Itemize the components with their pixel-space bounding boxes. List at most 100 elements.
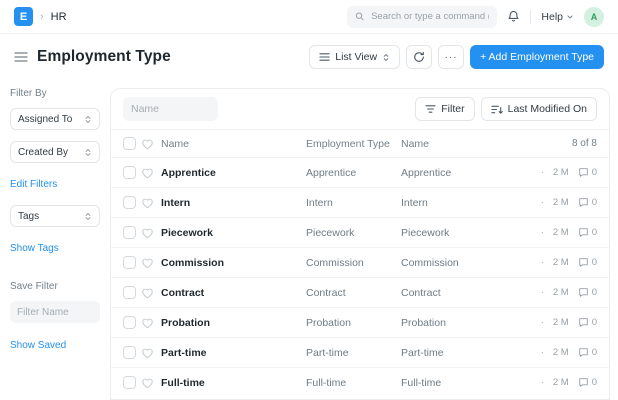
search-input[interactable] [371, 11, 489, 22]
comment-count-value: 0 [592, 257, 597, 268]
heart-icon[interactable] [141, 287, 157, 299]
breadcrumb[interactable]: HR [51, 11, 67, 23]
heart-icon[interactable] [141, 317, 157, 329]
heart-icon[interactable] [141, 347, 157, 359]
heart-icon[interactable] [141, 377, 157, 389]
edit-filters-link[interactable]: Edit Filters [10, 179, 57, 190]
comment-count-value: 0 [592, 197, 597, 208]
chevron-up-down-icon [84, 148, 92, 157]
avatar[interactable]: A [584, 7, 604, 27]
row-checkbox[interactable] [123, 166, 136, 179]
search-icon [355, 11, 365, 22]
chevron-up-down-icon [84, 212, 92, 221]
row-name2: Part-time [401, 347, 501, 359]
comment-icon [578, 257, 589, 268]
ellipsis-icon: ··· [445, 52, 458, 63]
comment-count[interactable]: 0 [578, 347, 597, 358]
help-menu[interactable]: Help [541, 11, 574, 23]
row-employment-type: Contract [306, 287, 397, 299]
app-logo[interactable]: E [14, 7, 33, 26]
row-name-link[interactable]: Probation [161, 317, 302, 329]
list-header-row: Name Employment Type Name 8 of 8 [111, 129, 609, 157]
modified-ago: 2 M [553, 317, 569, 328]
help-label: Help [541, 11, 563, 23]
comment-count[interactable]: 0 [578, 227, 597, 238]
row-name-link[interactable]: Part-time [161, 347, 302, 359]
heart-icon[interactable] [141, 227, 157, 239]
filter-button[interactable]: Filter [415, 97, 474, 121]
comment-icon [578, 347, 589, 358]
heart-icon[interactable] [141, 167, 157, 179]
row-name-link[interactable]: Intern [161, 197, 302, 209]
tags-select[interactable]: Tags [10, 205, 100, 227]
table-row[interactable]: Full-time Full-time Full-time · 2 M 0 [111, 367, 609, 397]
show-tags-link[interactable]: Show Tags [10, 243, 59, 254]
table-row[interactable]: Part-time Part-time Part-time · 2 M 0 [111, 337, 609, 367]
refresh-button[interactable] [406, 45, 432, 69]
row-employment-type: Commission [306, 257, 397, 269]
sidebar-toggle-icon[interactable] [14, 51, 28, 63]
page-head: Employment Type List View ··· + Add Empl… [0, 34, 618, 80]
table-row[interactable]: Piecework Piecework Piecework · 2 M 0 [111, 217, 609, 247]
select-all-checkbox[interactable] [123, 137, 136, 150]
row-name-link[interactable]: Apprentice [161, 167, 302, 179]
view-switcher-button[interactable]: List View [309, 45, 400, 69]
assigned-to-value: Assigned To [18, 114, 72, 125]
created-by-select[interactable]: Created By [10, 141, 100, 163]
row-name-link[interactable]: Contract [161, 287, 302, 299]
row-checkbox[interactable] [123, 376, 136, 389]
row-checkbox[interactable] [123, 286, 136, 299]
row-name-link[interactable]: Full-time [161, 377, 302, 389]
notifications-button[interactable] [507, 10, 520, 23]
sidebar-spacer [10, 269, 100, 281]
comment-count[interactable]: 0 [578, 257, 597, 268]
assigned-to-select[interactable]: Assigned To [10, 108, 100, 130]
filter-name-input[interactable] [10, 301, 100, 323]
row-checkbox[interactable] [123, 196, 136, 209]
filter-button-label: Filter [441, 103, 464, 115]
table-row[interactable]: Commission Commission Commission · 2 M 0 [111, 247, 609, 277]
column-header-name: Name [161, 138, 302, 150]
menu-button[interactable]: ··· [438, 45, 464, 69]
modified-ago: 2 M [553, 197, 569, 208]
comment-count[interactable]: 0 [578, 317, 597, 328]
record-count: 8 of 8 [505, 138, 597, 149]
table-row[interactable]: Apprentice Apprentice Apprentice · 2 M 0 [111, 157, 609, 187]
global-search[interactable] [347, 6, 497, 28]
row-checkbox[interactable] [123, 316, 136, 329]
status-dot: · [541, 167, 544, 178]
show-saved-link[interactable]: Show Saved [10, 340, 66, 351]
row-employment-type: Intern [306, 197, 397, 209]
comment-count-value: 0 [592, 167, 597, 178]
modified-ago: 2 M [553, 167, 569, 178]
like-filter-heart-icon[interactable] [141, 138, 157, 150]
table-row[interactable]: Contract Contract Contract · 2 M 0 [111, 277, 609, 307]
add-button-label: + Add Employment Type [480, 51, 594, 63]
heart-icon[interactable] [141, 257, 157, 269]
navbar-divider [530, 10, 531, 24]
add-employment-type-button[interactable]: + Add Employment Type [470, 45, 604, 69]
comment-count[interactable]: 0 [578, 197, 597, 208]
comment-count[interactable]: 0 [578, 287, 597, 298]
modified-ago: 2 M [553, 377, 569, 388]
row-checkbox[interactable] [123, 346, 136, 359]
row-checkbox[interactable] [123, 256, 136, 269]
comment-count[interactable]: 0 [578, 377, 597, 388]
row-name2: Probation [401, 317, 501, 329]
comment-count[interactable]: 0 [578, 167, 597, 178]
row-name2: Intern [401, 197, 501, 209]
status-dot: · [541, 317, 544, 328]
table-row[interactable]: Intern Intern Intern · 2 M 0 [111, 187, 609, 217]
heart-icon[interactable] [141, 197, 157, 209]
row-name-link[interactable]: Commission [161, 257, 302, 269]
table-row[interactable]: Probation Probation Probation · 2 M 0 [111, 307, 609, 337]
chevron-down-icon [566, 13, 574, 21]
status-dot: · [541, 197, 544, 208]
row-checkbox[interactable] [123, 226, 136, 239]
row-employment-type: Probation [306, 317, 397, 329]
name-filter-input[interactable] [123, 97, 218, 121]
filter-sidebar: Filter By Assigned To Created By Edit Fi… [0, 88, 110, 400]
row-name-link[interactable]: Piecework [161, 227, 302, 239]
sort-button[interactable]: Last Modified On [481, 97, 597, 121]
comment-icon [578, 377, 589, 388]
